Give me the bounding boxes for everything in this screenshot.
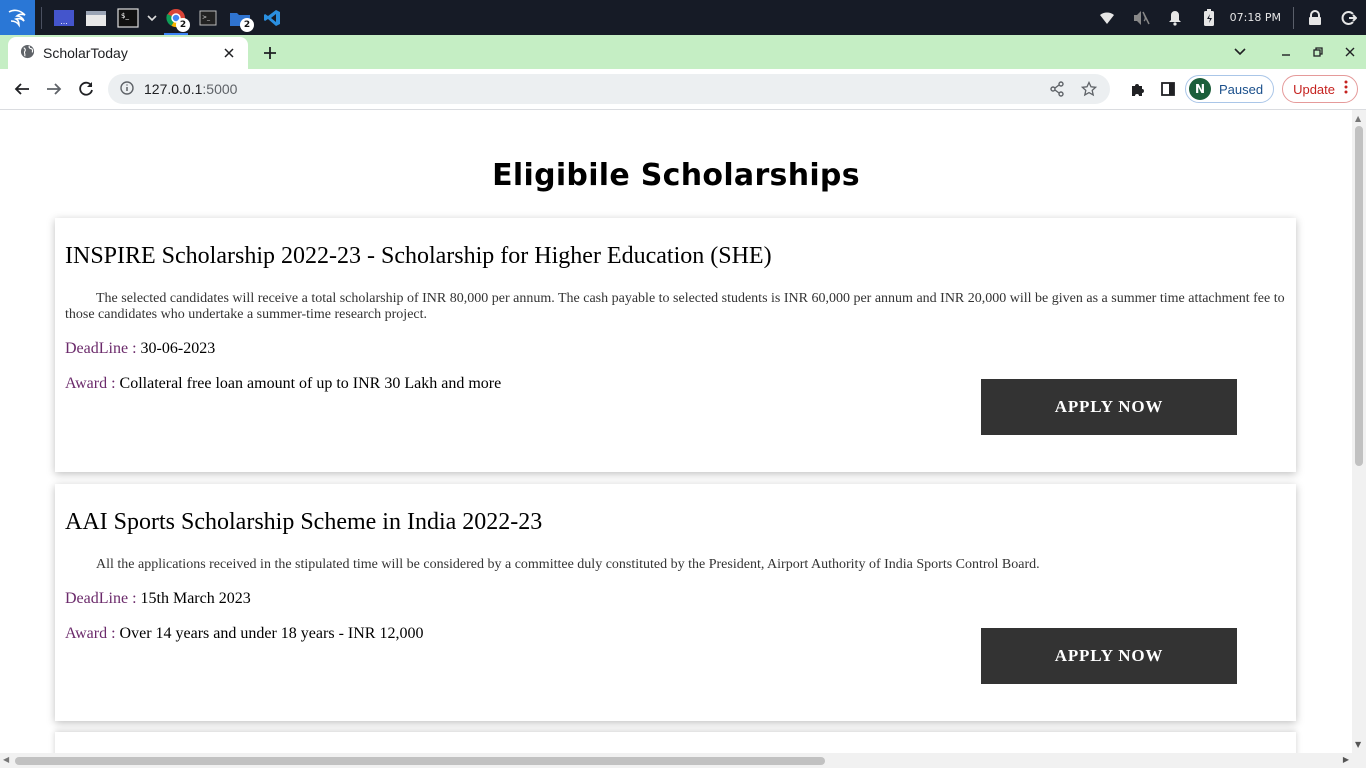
scroll-left-arrow-icon[interactable]: ◀	[3, 755, 9, 764]
file-manager-icon[interactable]	[80, 0, 112, 35]
deadline-value: 15th March 2023	[140, 590, 251, 607]
kali-menu-icon[interactable]	[0, 0, 35, 35]
lock-screen-icon[interactable]	[1298, 0, 1332, 35]
address-bar[interactable]: 127.0.0.1:5000	[108, 74, 1110, 104]
folder-window-count-badge: 2	[240, 18, 254, 32]
scholarship-deadline: DeadLine : 15th March 2023	[65, 590, 251, 607]
scholarship-card-partial	[55, 732, 1296, 753]
profile-button[interactable]: N Paused	[1184, 75, 1275, 103]
scholarship-title: INSPIRE Scholarship 2022-23 - Scholarshi…	[65, 243, 772, 269]
share-icon[interactable]	[1044, 76, 1070, 102]
more-vertical-icon[interactable]	[1339, 79, 1353, 99]
svg-text:>_: >_	[202, 14, 211, 21]
notifications-bell-icon[interactable]	[1158, 0, 1192, 35]
browser-tab-strip: ScholarToday	[0, 35, 1366, 69]
chrome-window-count-badge: 2	[176, 18, 190, 32]
new-tab-button[interactable]	[256, 41, 284, 65]
folder-window-icon[interactable]: 2	[224, 0, 256, 35]
scroll-down-arrow-icon[interactable]: ▼	[1355, 740, 1361, 749]
browser-toolbar: 127.0.0.1:5000 N Paused Update	[0, 69, 1366, 110]
apply-now-button[interactable]: APPLY NOW	[981, 628, 1237, 684]
workspace-switcher-icon[interactable]: ...	[48, 0, 80, 35]
volume-muted-icon[interactable]	[1124, 0, 1158, 35]
url-text: 127.0.0.1:5000	[144, 81, 237, 97]
award-label: Award	[65, 375, 108, 392]
globe-icon	[20, 44, 35, 63]
minimize-window-icon[interactable]	[1270, 35, 1302, 69]
terminal-icon[interactable]: $_	[112, 0, 144, 35]
chrome-taskbar-icon[interactable]: 2	[160, 0, 192, 35]
tab-title: ScholarToday	[43, 45, 128, 61]
horizontal-scroll-thumb[interactable]	[15, 757, 825, 765]
url-port: :5000	[202, 81, 238, 97]
award-label: Award	[65, 625, 108, 642]
scroll-right-arrow-icon[interactable]: ▶	[1343, 755, 1349, 764]
url-host: 127.0.0.1	[144, 81, 203, 97]
scroll-up-arrow-icon[interactable]: ▲	[1355, 114, 1361, 123]
reload-icon[interactable]	[70, 73, 102, 105]
page-title: Eligibile Scholarships	[492, 158, 860, 193]
bookmark-star-icon[interactable]	[1076, 76, 1102, 102]
deadline-label: DeadLine	[65, 340, 129, 357]
os-taskbar: ... $_ 2 >_ 2 07:18 PM	[0, 0, 1366, 35]
tab-search-chevron-icon[interactable]	[1224, 35, 1256, 69]
vertical-scroll-thumb[interactable]	[1355, 126, 1363, 466]
site-info-icon[interactable]	[120, 80, 134, 99]
clock[interactable]: 07:18 PM	[1226, 11, 1289, 24]
back-arrow-icon[interactable]	[6, 73, 38, 105]
logout-icon[interactable]	[1332, 0, 1366, 35]
scholarship-deadline: DeadLine : 30-06-2023	[65, 340, 216, 357]
deadline-label: DeadLine	[65, 590, 129, 607]
restore-window-icon[interactable]	[1302, 35, 1334, 69]
award-value: Over 14 years and under 18 years - INR 1…	[119, 625, 424, 642]
avatar: N	[1188, 78, 1211, 100]
tab-scholartoday[interactable]: ScholarToday	[8, 37, 248, 69]
svg-text:...: ...	[60, 17, 68, 26]
scholarship-description: The selected candidates will receive a t…	[65, 291, 1285, 322]
horizontal-scrollbar[interactable]: ◀ ▶	[0, 753, 1366, 768]
scholarship-card: AAI Sports Scholarship Scheme in India 2…	[55, 484, 1296, 721]
deadline-value: 30-06-2023	[140, 340, 216, 357]
wifi-icon[interactable]	[1090, 0, 1124, 35]
vertical-scrollbar[interactable]: ▲ ▼	[1352, 110, 1366, 753]
update-button[interactable]: Update	[1282, 75, 1358, 103]
tab-close-icon[interactable]	[220, 44, 238, 62]
side-panel-icon[interactable]	[1155, 76, 1181, 102]
battery-charging-icon[interactable]	[1192, 0, 1226, 35]
scholarship-description: All the applications received in the sti…	[96, 557, 1040, 572]
profile-status: Paused	[1218, 81, 1264, 97]
svg-text:$_: $_	[121, 12, 129, 20]
update-label: Update	[1293, 81, 1335, 97]
extensions-puzzle-icon[interactable]	[1125, 76, 1151, 102]
terminal-window-icon[interactable]: >_	[192, 0, 224, 35]
chevron-down-icon[interactable]	[144, 0, 160, 35]
scholarship-card: INSPIRE Scholarship 2022-23 - Scholarshi…	[55, 218, 1296, 472]
close-window-icon[interactable]	[1334, 35, 1366, 69]
scholarship-title: AAI Sports Scholarship Scheme in India 2…	[65, 509, 543, 535]
apply-now-button[interactable]: APPLY NOW	[981, 379, 1237, 435]
award-value: Collateral free loan amount of up to INR…	[119, 375, 502, 392]
page-viewport: Eligibile Scholarships INSPIRE Scholarsh…	[0, 110, 1352, 753]
forward-arrow-icon[interactable]	[38, 73, 70, 105]
vscode-icon[interactable]	[256, 0, 288, 35]
